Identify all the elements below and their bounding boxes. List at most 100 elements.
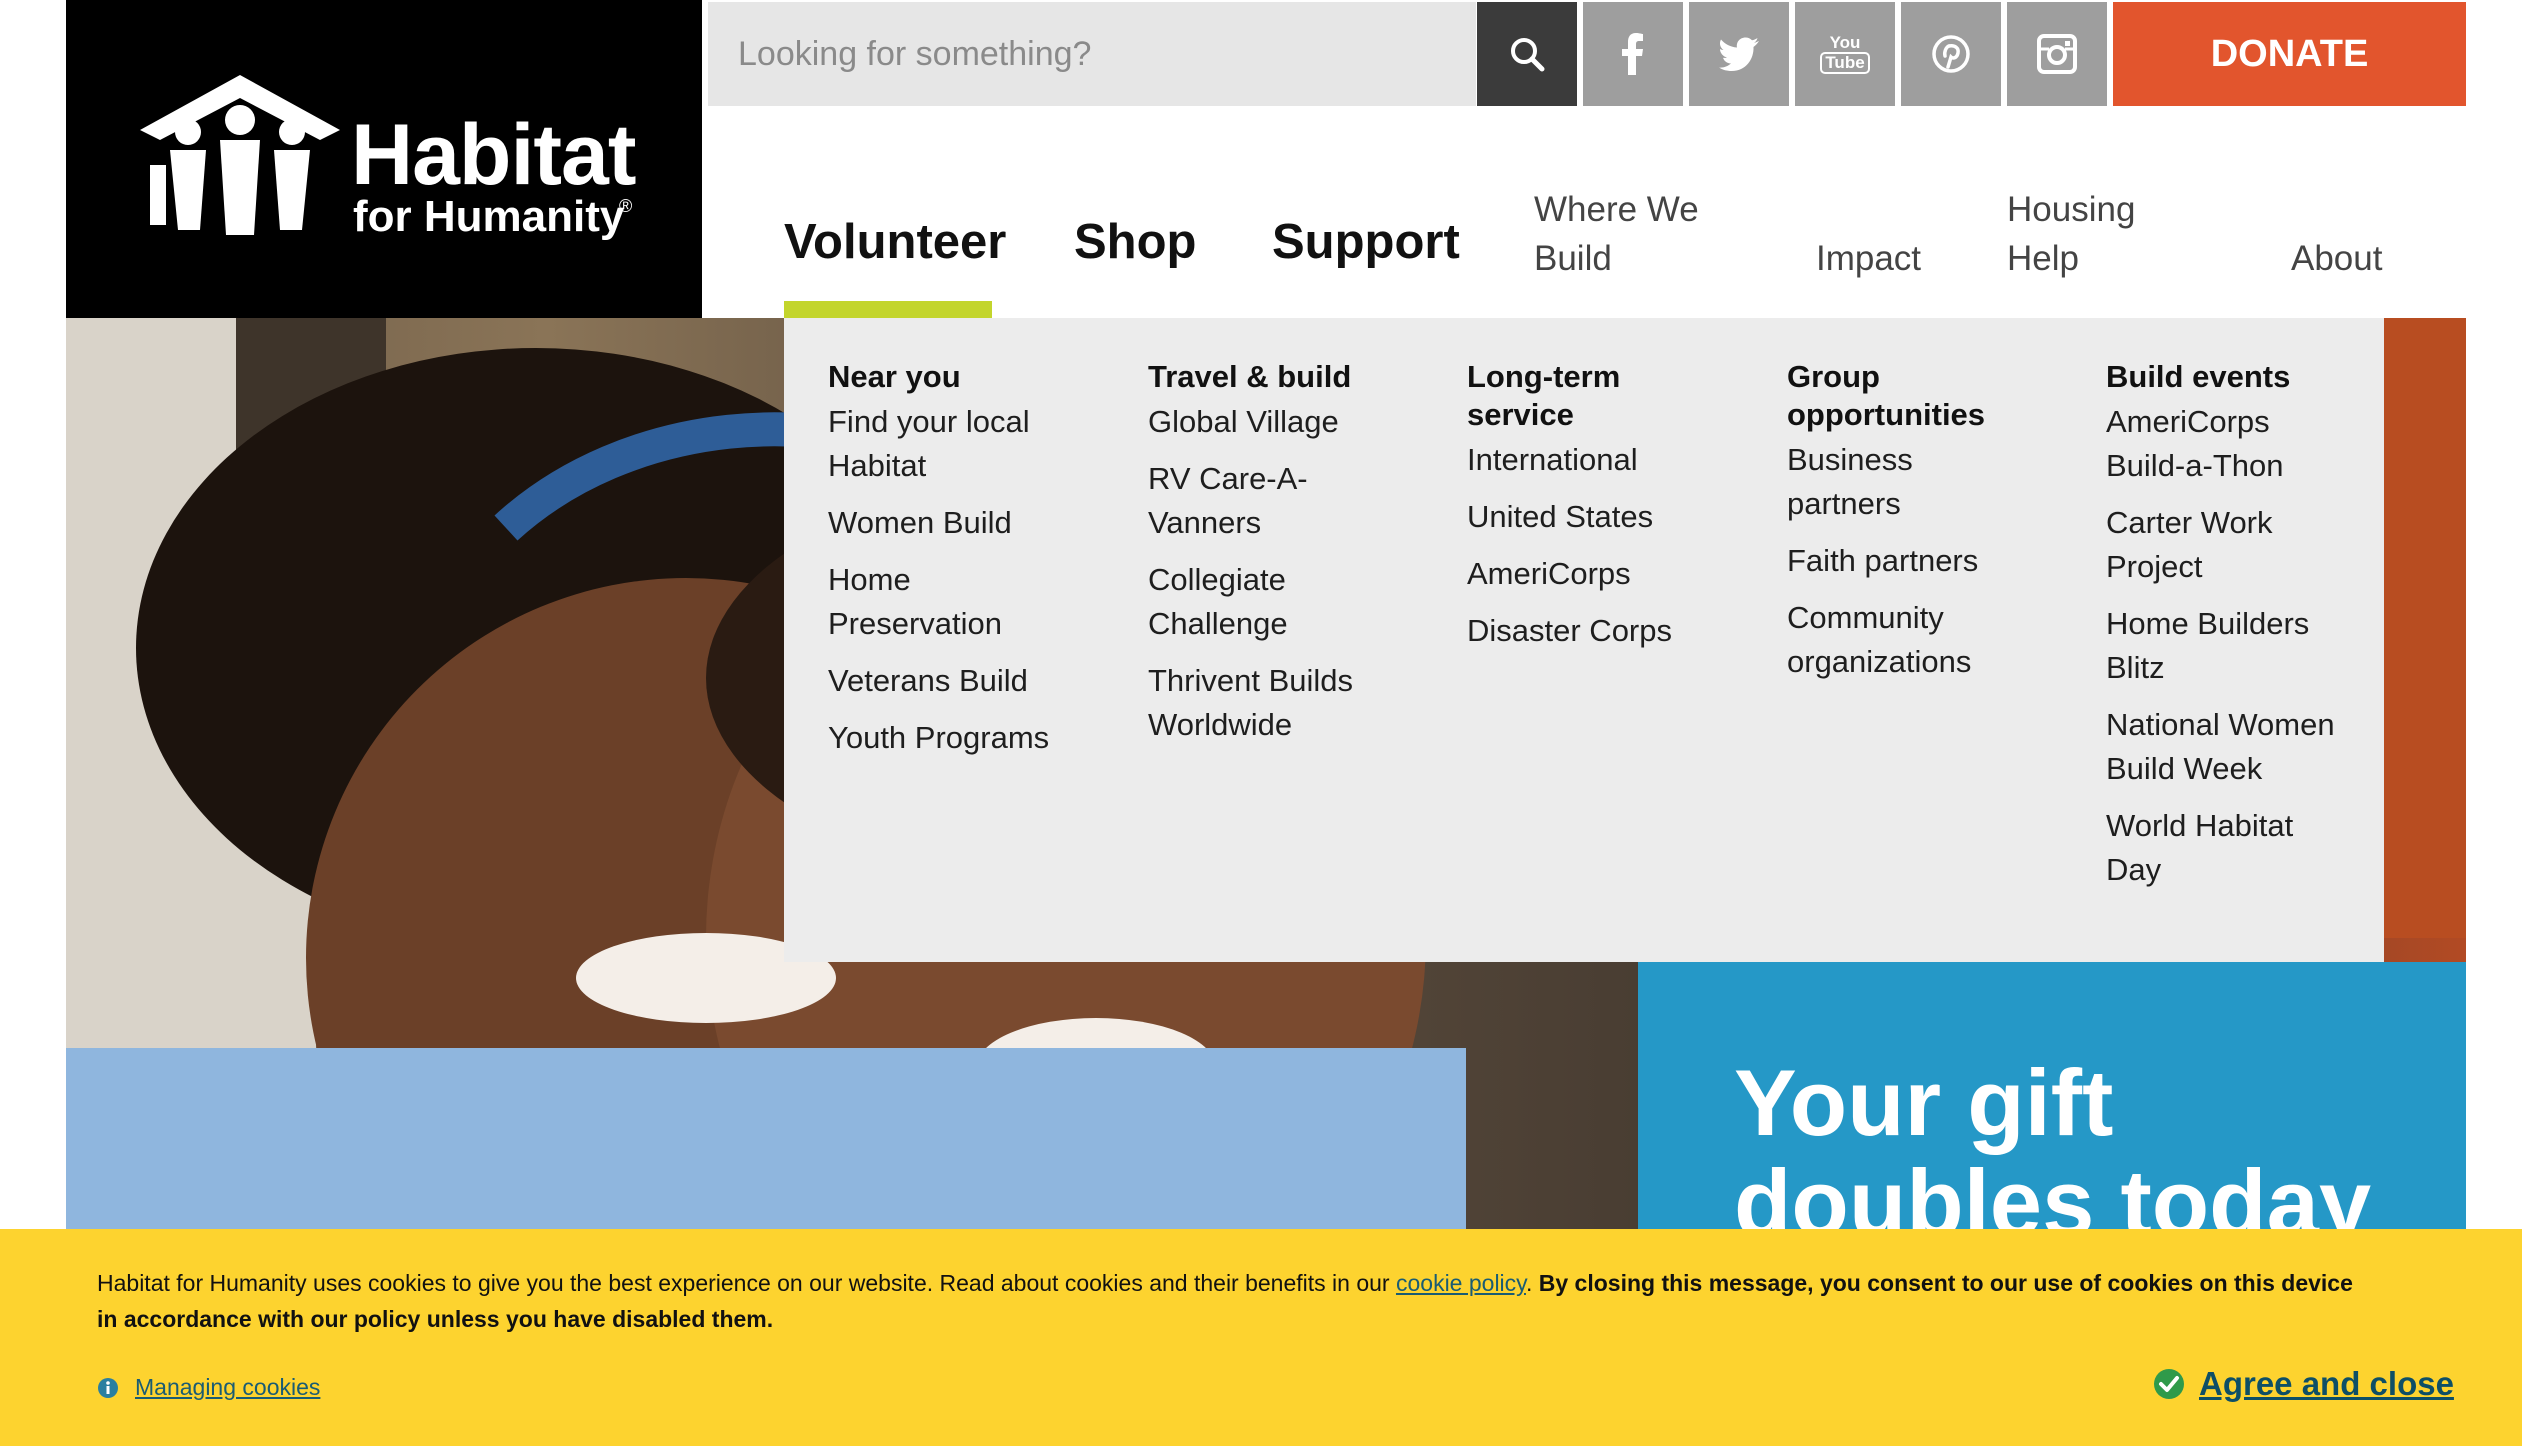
instagram-icon — [2037, 34, 2077, 74]
item-line: Thrivent Builds — [1148, 663, 1354, 698]
item-line: Youth Programs — [828, 720, 1050, 755]
pinterest-button[interactable] — [1901, 2, 2001, 106]
logo-title: Habitat — [351, 107, 636, 203]
item-line: AmeriCorps — [1467, 556, 1631, 591]
item-line: AmeriCorps — [2106, 404, 2270, 439]
campaign-headline-line1: Your gift — [1734, 1050, 2114, 1155]
agree-and-close-button[interactable]: Agree and close — [2199, 1365, 2454, 1403]
link-national-women-build-week[interactable]: National Women Build Week — [2106, 703, 2386, 791]
item-line: Vanners — [1148, 505, 1262, 540]
search-icon — [1511, 38, 1545, 72]
item-line: Carter Work — [2106, 505, 2273, 540]
column-heading: Travel & build — [1148, 358, 1428, 396]
managing-cookies: Managing cookies — [97, 1374, 320, 1401]
link-carter-work-project[interactable]: Carter Work Project — [2106, 501, 2386, 589]
logo-house-people-icon — [140, 75, 340, 235]
heading-line: Build events — [2106, 359, 2291, 394]
item-line: Build-a-Thon — [2106, 448, 2284, 483]
link-home-preservation[interactable]: Home Preservation — [828, 558, 1108, 646]
heading-line: Long-term — [1467, 359, 1621, 394]
nav-housing-line2: Help — [2007, 239, 2079, 278]
item-line: Women Build — [828, 505, 1012, 540]
link-business-partners[interactable]: Business partners — [1787, 438, 2067, 526]
managing-cookies-link[interactable]: Managing cookies — [135, 1374, 320, 1401]
link-americorps[interactable]: AmeriCorps — [1467, 552, 1747, 596]
item-line: Community — [1787, 600, 1944, 635]
item-line: Disaster Corps — [1467, 613, 1672, 648]
pinterest-icon — [1932, 35, 1970, 73]
column-heading: Build events — [2106, 358, 2386, 396]
youtube-button[interactable]: You Tube — [1795, 2, 1895, 106]
link-home-builders-blitz[interactable]: Home Builders Blitz — [2106, 602, 2386, 690]
link-faith-partners[interactable]: Faith partners — [1787, 539, 2067, 583]
link-americorps-build-a-thon[interactable]: AmeriCorps Build-a-Thon — [2106, 400, 2386, 488]
item-line: United States — [1467, 499, 1654, 534]
nav-about[interactable]: About — [2291, 234, 2382, 283]
cookie-policy-link[interactable]: cookie policy — [1396, 1270, 1526, 1296]
link-find-your-local-habitat[interactable]: Find your local Habitat — [828, 400, 1108, 488]
link-rv-care-a-vanners[interactable]: RV Care-A- Vanners — [1148, 457, 1428, 545]
item-line: Collegiate — [1148, 562, 1286, 597]
column-heading: Long-term service — [1467, 358, 1747, 434]
dropdown-column-travel-build: Travel & build Global Village RV Care-A-… — [1148, 358, 1428, 760]
link-collegiate-challenge[interactable]: Collegiate Challenge — [1148, 558, 1428, 646]
dropdown-column-near-you: Near you Find your local Habitat Women Bu… — [828, 358, 1108, 773]
check-circle-icon — [2154, 1369, 2184, 1399]
link-veterans-build[interactable]: Veterans Build — [828, 659, 1108, 703]
nav-shop[interactable]: Shop — [1074, 214, 1196, 270]
item-line: RV Care-A- — [1148, 461, 1308, 496]
item-line: Find your local — [828, 404, 1030, 439]
item-line: Day — [2106, 852, 2162, 887]
donate-button[interactable]: DONATE — [2113, 2, 2466, 106]
nav-where-line2: Build — [1534, 239, 1612, 278]
item-line: Veterans Build — [828, 663, 1028, 698]
campaign-headline: Your gift doubles today — [1734, 1053, 2434, 1253]
instagram-button[interactable] — [2007, 2, 2107, 106]
link-youth-programs[interactable]: Youth Programs — [828, 716, 1108, 760]
item-line: Preservation — [828, 606, 1003, 641]
item-line: Faith partners — [1787, 543, 1979, 578]
nav-where-line1: Where We — [1534, 190, 1699, 229]
search-input[interactable] — [708, 2, 1476, 106]
heading-line: service — [1467, 397, 1574, 432]
logo-registered-mark: ® — [619, 196, 633, 216]
info-icon — [98, 1377, 118, 1398]
link-women-build[interactable]: Women Build — [828, 501, 1108, 545]
item-line: World Habitat — [2106, 808, 2294, 843]
cookie-text-before: Habitat for Humanity uses cookies to giv… — [97, 1270, 1396, 1296]
nav-where-we-build[interactable]: Where We Build — [1534, 185, 1699, 283]
item-line: Habitat — [828, 448, 927, 483]
nav-volunteer[interactable]: Volunteer — [784, 214, 1006, 270]
link-global-village[interactable]: Global Village — [1148, 400, 1428, 444]
facebook-button[interactable] — [1583, 2, 1683, 106]
facebook-icon — [1622, 33, 1643, 75]
nav-support[interactable]: Support — [1272, 214, 1460, 270]
dropdown-column-long-term-service: Long-term service International United S… — [1467, 358, 1747, 666]
habitat-logo[interactable]: Habitat for Humanity ® — [66, 0, 702, 318]
dropdown-column-group-opportunities: Group opportunities Business partners Fai… — [1787, 358, 2067, 697]
heading-line: Group — [1787, 359, 1880, 394]
nav-impact[interactable]: Impact — [1816, 234, 1921, 283]
link-disaster-corps[interactable]: Disaster Corps — [1467, 609, 1747, 653]
link-united-states[interactable]: United States — [1467, 495, 1747, 539]
item-line: Blitz — [2106, 650, 2165, 685]
cookie-message: Habitat for Humanity uses cookies to giv… — [97, 1265, 2357, 1337]
nav-housing-help[interactable]: Housing Help — [2007, 185, 2135, 283]
link-community-organizations[interactable]: Community organizations — [1787, 596, 2067, 684]
twitter-button[interactable] — [1689, 2, 1789, 106]
link-world-habitat-day[interactable]: World Habitat Day — [2106, 804, 2386, 892]
link-international[interactable]: International — [1467, 438, 1747, 482]
cookie-banner: Habitat for Humanity uses cookies to giv… — [0, 1229, 2522, 1446]
logo-subtitle: for Humanity — [353, 192, 625, 241]
twitter-icon — [1719, 37, 1759, 71]
item-line: organizations — [1787, 644, 1972, 679]
dropdown-column-build-events: Build events AmeriCorps Build-a-Thon Cart… — [2106, 358, 2386, 905]
cookie-text-after: . — [1525, 1270, 1539, 1296]
item-line: Worldwide — [1148, 707, 1293, 742]
item-line: Home — [828, 562, 911, 597]
link-thrivent-builds-worldwide[interactable]: Thrivent Builds Worldwide — [1148, 659, 1428, 747]
youtube-icon-bottom: Tube — [1820, 52, 1870, 74]
item-line: Global Village — [1148, 404, 1339, 439]
youtube-icon-top: You — [1829, 33, 1861, 52]
search-button[interactable] — [1477, 2, 1577, 106]
